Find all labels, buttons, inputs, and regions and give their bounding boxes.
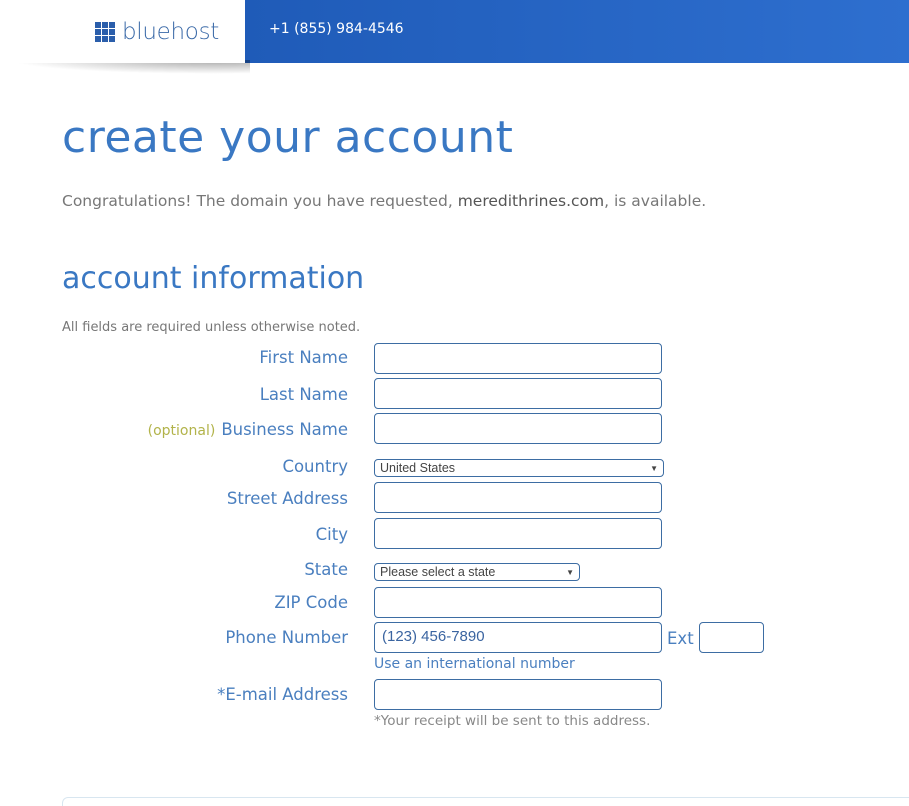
- city-label: City: [315, 525, 348, 544]
- international-number-link[interactable]: Use an international number: [374, 656, 575, 672]
- dropdown-arrow-icon: ▼: [650, 463, 658, 473]
- country-select[interactable]: United States ▼: [374, 459, 664, 477]
- required-note: All fields are required unless otherwise…: [62, 320, 361, 335]
- last-name-label: Last Name: [259, 385, 348, 404]
- first-name-label: First Name: [259, 348, 348, 367]
- zip-input[interactable]: [374, 587, 662, 618]
- section-title: account information: [62, 261, 365, 296]
- next-section-box: [62, 797, 909, 806]
- bluehost-logo[interactable]: bluehost: [95, 19, 219, 45]
- business-name-label-text: Business Name: [221, 420, 348, 439]
- street-label: Street Address: [226, 489, 348, 508]
- state-selected: Please select a state: [380, 565, 496, 579]
- business-name-input[interactable]: [374, 413, 662, 444]
- ext-label: Ext: [667, 629, 694, 648]
- grid-logo-icon: [95, 22, 115, 42]
- dropdown-arrow-icon: ▼: [566, 567, 574, 577]
- country-label: Country: [282, 457, 348, 476]
- phone-label: Phone Number: [225, 628, 348, 647]
- support-phone[interactable]: +1 (855) 984-4546: [269, 21, 404, 37]
- domain-name: meredithrines.com: [457, 192, 605, 210]
- business-name-label: (optional) Business Name: [148, 420, 348, 439]
- site-header: bluehost +1 (855) 984-4546: [0, 0, 909, 74]
- first-name-input[interactable]: [374, 343, 662, 374]
- country-selected: United States: [380, 461, 456, 475]
- city-input[interactable]: [374, 518, 662, 549]
- domain-available-message: Congratulations! The domain you have req…: [62, 192, 706, 210]
- congrats-prefix: Congratulations! The domain you have req…: [62, 192, 458, 210]
- page-title: create your account: [62, 112, 514, 163]
- congrats-suffix: , is available.: [604, 192, 707, 210]
- email-input[interactable]: [374, 679, 662, 710]
- email-label: *E-mail Address: [217, 685, 348, 704]
- state-select[interactable]: Please select a state ▼: [374, 563, 580, 581]
- last-name-input[interactable]: [374, 378, 662, 409]
- logo-text: bluehost: [122, 19, 219, 45]
- phone-input[interactable]: (123) 456-7890: [374, 622, 662, 653]
- street-input[interactable]: [374, 482, 662, 513]
- zip-label: ZIP Code: [274, 593, 348, 612]
- logo-container: bluehost: [0, 0, 245, 63]
- optional-tag: (optional): [147, 423, 216, 439]
- email-note: *Your receipt will be sent to this addre…: [374, 713, 651, 729]
- ext-input[interactable]: [699, 622, 764, 653]
- state-label: State: [304, 560, 348, 579]
